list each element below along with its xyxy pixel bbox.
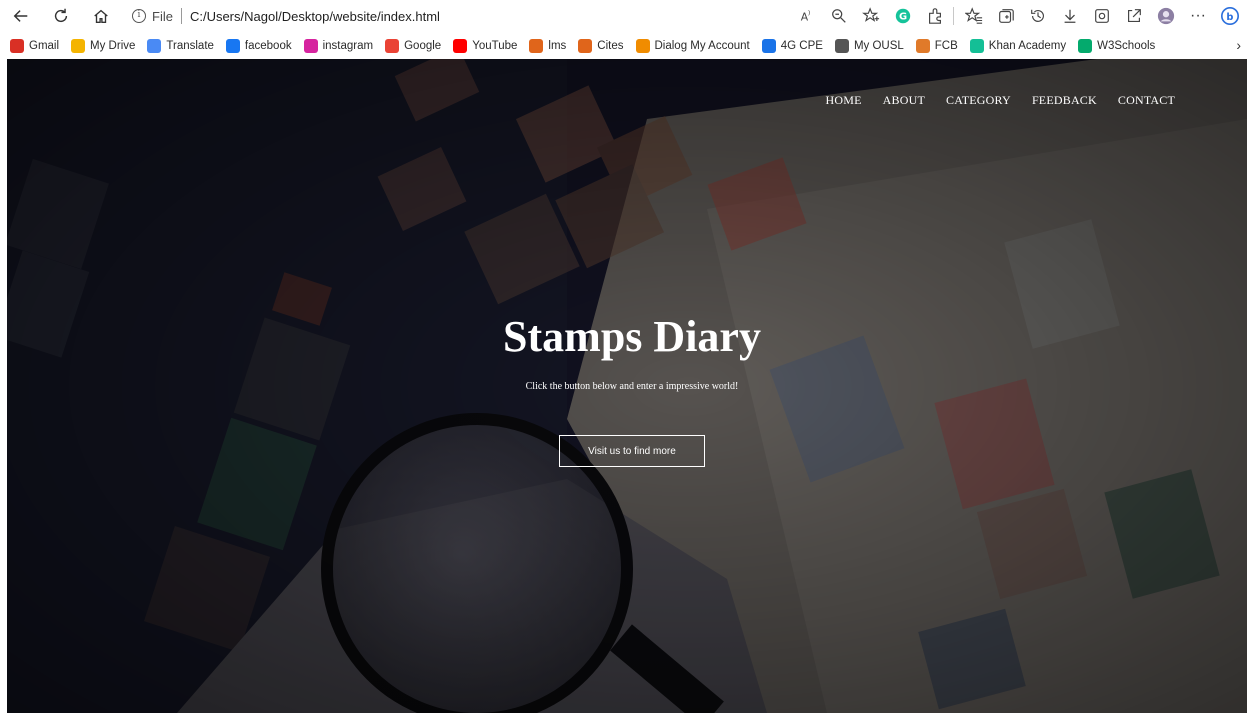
favorite-item[interactable]: My OUSL <box>834 38 904 53</box>
extensions-icon[interactable] <box>920 2 950 30</box>
favorite-label: Cites <box>597 39 624 52</box>
nav-link-category[interactable]: CATEGORY <box>946 93 1011 108</box>
history-icon[interactable] <box>1023 2 1053 30</box>
favorite-item[interactable]: facebook <box>225 38 292 53</box>
favorite-item[interactable]: Dialog My Account <box>635 38 750 53</box>
favorites-icon[interactable] <box>959 2 989 30</box>
nav-link-home[interactable]: HOME <box>826 93 862 108</box>
more-icon[interactable]: ··· <box>1183 2 1213 30</box>
favorite-label: facebook <box>244 39 292 52</box>
favorite-item[interactable]: W3Schools <box>1078 38 1156 53</box>
file-label: File <box>152 8 173 24</box>
favorite-label: W3Schools <box>1097 39 1156 52</box>
cpe-icon <box>761 38 776 53</box>
favorite-label: Gmail <box>29 39 60 52</box>
favorite-label: Dialog My Account <box>654 39 750 52</box>
toolbar-divider <box>953 7 954 25</box>
favorite-item[interactable]: My Drive <box>71 38 136 53</box>
favorite-item[interactable]: instagram <box>303 38 374 53</box>
screenshot-icon[interactable] <box>1087 2 1117 30</box>
main-nav: HOME ABOUT CATEGORY FEEDBACK CONTACT <box>805 93 1176 108</box>
url-text[interactable]: C:/Users/Nagol/Desktop/website/index.htm… <box>190 9 440 24</box>
dialog-icon <box>635 38 650 53</box>
instagram-icon <box>303 38 318 53</box>
favorite-item[interactable]: Khan Academy <box>969 38 1067 53</box>
favorite-label: FCB <box>934 39 958 52</box>
favorite-label: Khan Academy <box>988 39 1067 52</box>
page-viewport: HOME ABOUT CATEGORY FEEDBACK CONTACT Stamps … <box>7 59 1247 713</box>
favorite-label: My OUSL <box>853 39 904 52</box>
page-icon <box>834 38 849 53</box>
favorite-label: Google <box>404 39 442 52</box>
svg-text:): ) <box>808 10 810 17</box>
drive-icon <box>71 38 86 53</box>
favorite-item[interactable]: Cites <box>578 38 624 53</box>
gmail-icon <box>10 38 24 53</box>
browser-toolbar: i File C:/Users/Nagol/Desktop/website/in… <box>0 0 1253 32</box>
browser-tools: A) G ··· b <box>790 0 1253 32</box>
favorites-more-icon[interactable]: › <box>1236 37 1241 53</box>
google-icon <box>385 38 400 53</box>
favorite-item[interactable]: 4G CPE <box>761 38 823 53</box>
info-icon[interactable]: i <box>132 9 146 23</box>
favorite-label: lms <box>548 39 567 52</box>
lms-icon <box>529 38 544 53</box>
favorite-label: 4G CPE <box>780 39 823 52</box>
nav-link-feedback[interactable]: FEEDBACK <box>1032 93 1097 108</box>
share-icon[interactable] <box>1119 2 1149 30</box>
zoom-icon[interactable] <box>824 2 854 30</box>
favorite-item[interactable]: Gmail <box>10 38 60 53</box>
add-favorite-icon[interactable] <box>856 2 886 30</box>
favorites-bar: Gmail My Drive Translate facebook instagram G… <box>0 32 1253 59</box>
favorite-item[interactable]: Translate <box>147 38 214 53</box>
favorite-label: My Drive <box>90 39 136 52</box>
address-bar[interactable]: i File C:/Users/Nagol/Desktop/website/in… <box>132 3 692 29</box>
profile-icon[interactable] <box>1151 2 1181 30</box>
address-divider <box>180 8 182 24</box>
favorite-label: YouTube <box>472 39 518 52</box>
svg-text:G: G <box>899 12 907 23</box>
hero-title: Stamps Diary <box>503 312 761 361</box>
downloads-icon[interactable] <box>1055 2 1085 30</box>
read-aloud-icon[interactable]: A) <box>792 2 822 30</box>
khan-icon <box>969 38 984 53</box>
nav-link-contact[interactable]: CONTACT <box>1118 93 1175 108</box>
bing-icon[interactable]: b <box>1215 2 1245 30</box>
grammarly-icon[interactable]: G <box>888 2 918 30</box>
refresh-icon[interactable] <box>46 2 76 30</box>
favorite-label: instagram <box>322 39 374 52</box>
visit-button[interactable]: Visit us to find more <box>559 435 705 467</box>
back-icon[interactable] <box>6 2 36 30</box>
home-icon[interactable] <box>86 2 116 30</box>
w3schools-icon <box>1078 38 1093 53</box>
favorite-item[interactable]: lms <box>529 38 567 53</box>
nav-link-about[interactable]: ABOUT <box>883 93 925 108</box>
youtube-icon <box>453 38 468 53</box>
favorite-item[interactable]: YouTube <box>453 38 518 53</box>
cites-icon <box>578 38 593 53</box>
svg-text:b: b <box>1226 12 1233 23</box>
collections-icon[interactable] <box>991 2 1021 30</box>
fcb-icon <box>915 38 930 53</box>
hero-subtitle: Click the button below and enter a impre… <box>525 381 739 392</box>
favorite-item[interactable]: FCB <box>915 38 958 53</box>
favorite-item[interactable]: Google <box>385 38 442 53</box>
facebook-icon <box>225 38 240 53</box>
translate-icon <box>147 38 162 53</box>
favorite-label: Translate <box>166 39 214 52</box>
